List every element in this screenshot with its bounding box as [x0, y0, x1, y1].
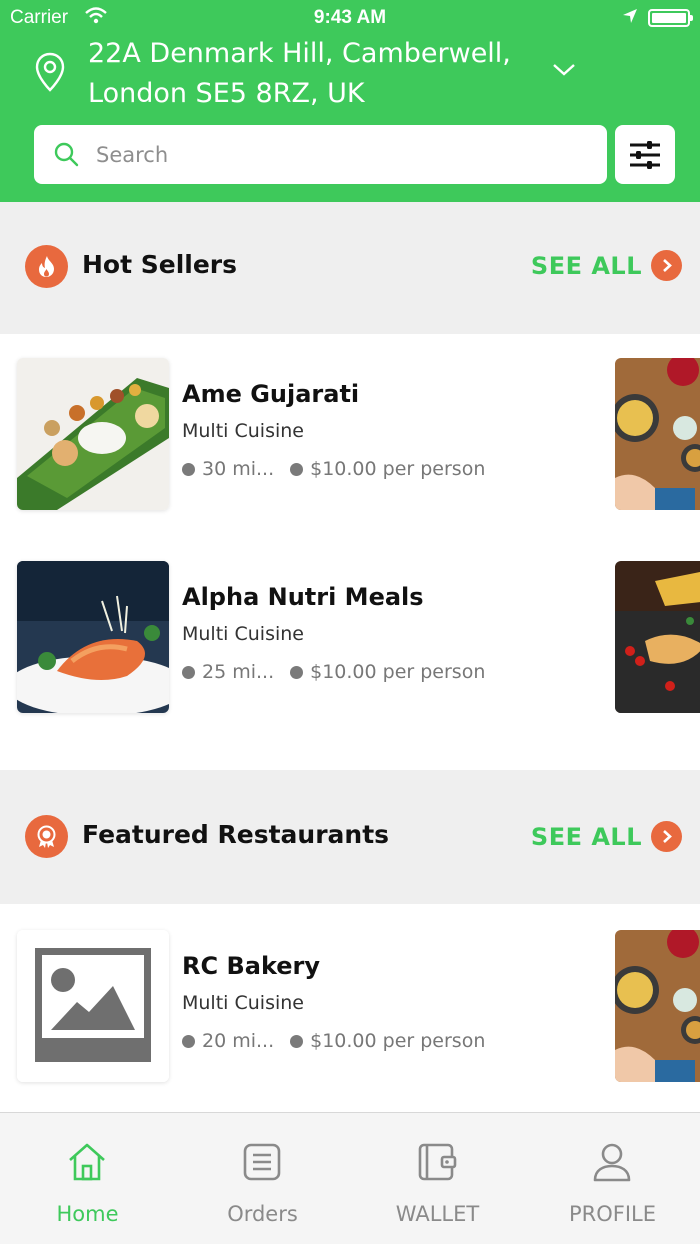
tab-label: Orders — [227, 1202, 298, 1226]
restaurant-cuisine: Multi Cuisine — [182, 992, 304, 1014]
see-all-button[interactable]: SEE ALL — [531, 250, 682, 281]
status-time: 9:43 AM — [313, 7, 387, 28]
restaurant-card[interactable]: Ame Gujarati Multi Cuisine 30 mi... $10.… — [0, 358, 700, 518]
orders-list-icon — [243, 1143, 281, 1181]
tab-label: Home — [56, 1202, 119, 1226]
bullet-icon — [182, 665, 195, 679]
address-line-1: 22A Denmark Hill, Camberwell, — [88, 38, 511, 69]
restaurant-name: Alpha Nutri Meals — [182, 583, 424, 611]
app-header: Carrier 9:43 AM 22A Denmark Hill, Camber… — [0, 0, 700, 202]
hot-sellers-header: Hot Sellers SEE ALL — [0, 202, 700, 334]
food-thumbnail — [17, 561, 169, 713]
status-bar: Carrier 9:43 AM — [0, 0, 700, 34]
chevron-right-icon — [651, 821, 682, 852]
delivery-time: 20 mi... — [202, 1030, 275, 1052]
award-badge-icon — [25, 815, 68, 858]
delivery-time: 30 mi... — [202, 458, 275, 480]
image-placeholder-icon — [17, 930, 169, 1082]
section-title: Featured Restaurants — [82, 820, 390, 849]
next-card-thumbnail[interactable] — [615, 561, 700, 713]
profile-icon — [593, 1143, 631, 1182]
search-bar[interactable] — [34, 125, 607, 184]
search-input[interactable] — [96, 125, 586, 184]
bullet-icon — [290, 665, 304, 679]
next-card-thumbnail[interactable] — [615, 358, 700, 510]
bullet-icon — [290, 462, 304, 476]
tab-wallet[interactable]: WALLET — [350, 1113, 525, 1244]
restaurant-name: RC Bakery — [182, 952, 321, 980]
filter-sliders-icon — [630, 141, 660, 169]
price-per-person: $10.00 per person — [310, 1030, 486, 1052]
bullet-icon — [182, 462, 195, 476]
restaurant-meta: 25 mi... $10.00 per person — [182, 661, 485, 683]
featured-restaurants-header: Featured Restaurants SEE ALL — [0, 770, 700, 904]
restaurant-cuisine: Multi Cuisine — [182, 623, 304, 645]
address-line-2: London SE5 8RZ, UK — [88, 78, 365, 109]
battery-icon — [648, 9, 693, 27]
bullet-icon — [290, 1034, 304, 1048]
home-icon — [69, 1143, 105, 1181]
location-pin-icon — [34, 52, 66, 96]
next-card-thumbnail[interactable] — [615, 930, 700, 1082]
delivery-address: 22A Denmark Hill, Camberwell, London SE5… — [88, 34, 538, 114]
restaurant-meta: 20 mi... $10.00 per person — [182, 1030, 485, 1052]
flame-icon — [25, 245, 68, 288]
see-all-button[interactable]: SEE ALL — [531, 821, 682, 852]
bullet-icon — [182, 1034, 195, 1048]
price-per-person: $10.00 per person — [310, 458, 486, 480]
bottom-tab-bar: Home Orders WALLET PROFILE — [0, 1112, 700, 1244]
tab-profile[interactable]: PROFILE — [525, 1113, 700, 1244]
restaurant-card[interactable]: RC Bakery Multi Cuisine 20 mi... $10.00 … — [0, 930, 700, 1090]
delivery-time: 25 mi... — [202, 661, 275, 683]
tab-label: PROFILE — [568, 1202, 657, 1226]
wallet-icon — [418, 1143, 457, 1181]
chevron-right-icon — [651, 250, 682, 281]
restaurant-cuisine: Multi Cuisine — [182, 420, 304, 442]
tab-home[interactable]: Home — [0, 1113, 175, 1244]
see-all-label: SEE ALL — [530, 251, 642, 280]
see-all-label: SEE ALL — [530, 822, 642, 851]
filter-button[interactable] — [615, 125, 675, 184]
price-per-person: $10.00 per person — [310, 661, 486, 683]
location-arrow-icon — [622, 8, 638, 30]
section-title: Hot Sellers — [82, 250, 238, 279]
tab-label: WALLET — [395, 1202, 480, 1226]
restaurant-card[interactable]: Alpha Nutri Meals Multi Cuisine 25 mi...… — [0, 561, 700, 721]
food-thumbnail — [17, 358, 169, 510]
chevron-down-icon[interactable] — [552, 62, 576, 81]
search-icon — [54, 142, 80, 172]
address-selector[interactable]: 22A Denmark Hill, Camberwell, London SE5… — [0, 34, 700, 120]
tab-orders[interactable]: Orders — [175, 1113, 350, 1244]
restaurant-meta: 30 mi... $10.00 per person — [182, 458, 485, 480]
restaurant-name: Ame Gujarati — [182, 380, 360, 408]
